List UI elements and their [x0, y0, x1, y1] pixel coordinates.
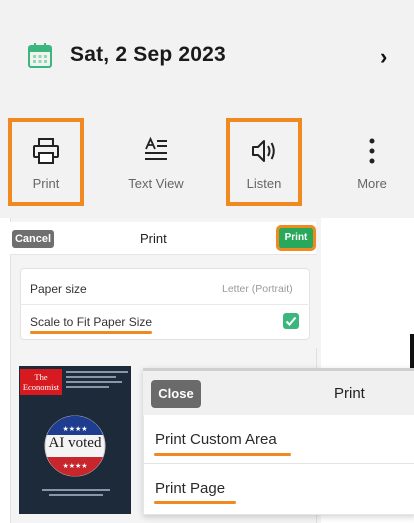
svg-text:★★★★: ★★★★ — [62, 462, 87, 470]
popup-divider — [143, 463, 414, 464]
more-vertical-icon — [369, 138, 375, 164]
print-tool-button[interactable]: Print — [8, 118, 84, 206]
cover-headline: AI voted — [48, 435, 102, 451]
highlight-underline — [154, 501, 236, 504]
text-view-tool-label: Text View — [128, 176, 184, 191]
article-toolbar: Print Text View Listen More — [0, 112, 414, 218]
listen-tool-button[interactable]: Listen — [226, 118, 302, 206]
close-button[interactable]: Close — [151, 380, 201, 408]
cover-subtext — [38, 488, 114, 499]
print-custom-area-option[interactable]: Print Custom Area — [155, 431, 277, 448]
scale-to-fit-label: Scale to Fit Paper Size — [30, 315, 153, 329]
highlight-underline — [154, 453, 291, 456]
printer-icon — [33, 138, 59, 164]
highlight-underline — [30, 331, 152, 334]
paper-size-value[interactable]: Letter (Portrait) — [222, 283, 293, 295]
print-tool-label: Print — [32, 176, 60, 191]
text-view-icon — [145, 136, 167, 160]
date-label: Sat, 2 Sep 2023 — [70, 43, 226, 66]
print-sheet-title: Print — [140, 231, 167, 246]
calendar-icon — [28, 43, 52, 68]
cancel-button[interactable]: Cancel — [12, 230, 54, 248]
economist-logo: The Economist — [20, 369, 62, 395]
svg-text:★★★★: ★★★★ — [62, 425, 87, 433]
popup-title: Print — [334, 385, 365, 402]
print-confirm-button[interactable]: Print — [276, 225, 316, 251]
print-page-option[interactable]: Print Page — [155, 480, 225, 497]
paper-size-label: Paper size — [30, 282, 87, 296]
text-view-tool-button[interactable]: Text View — [118, 118, 194, 206]
cover-blurb — [66, 370, 128, 391]
listen-tool-label: Listen — [246, 176, 282, 191]
speaker-icon — [252, 140, 275, 162]
more-tool-label: More — [357, 176, 387, 191]
chevron-right-icon[interactable]: › — [380, 44, 387, 70]
more-tool-button[interactable]: More — [334, 118, 410, 206]
settings-divider — [20, 304, 308, 305]
scale-to-fit-checkbox[interactable] — [283, 313, 299, 329]
